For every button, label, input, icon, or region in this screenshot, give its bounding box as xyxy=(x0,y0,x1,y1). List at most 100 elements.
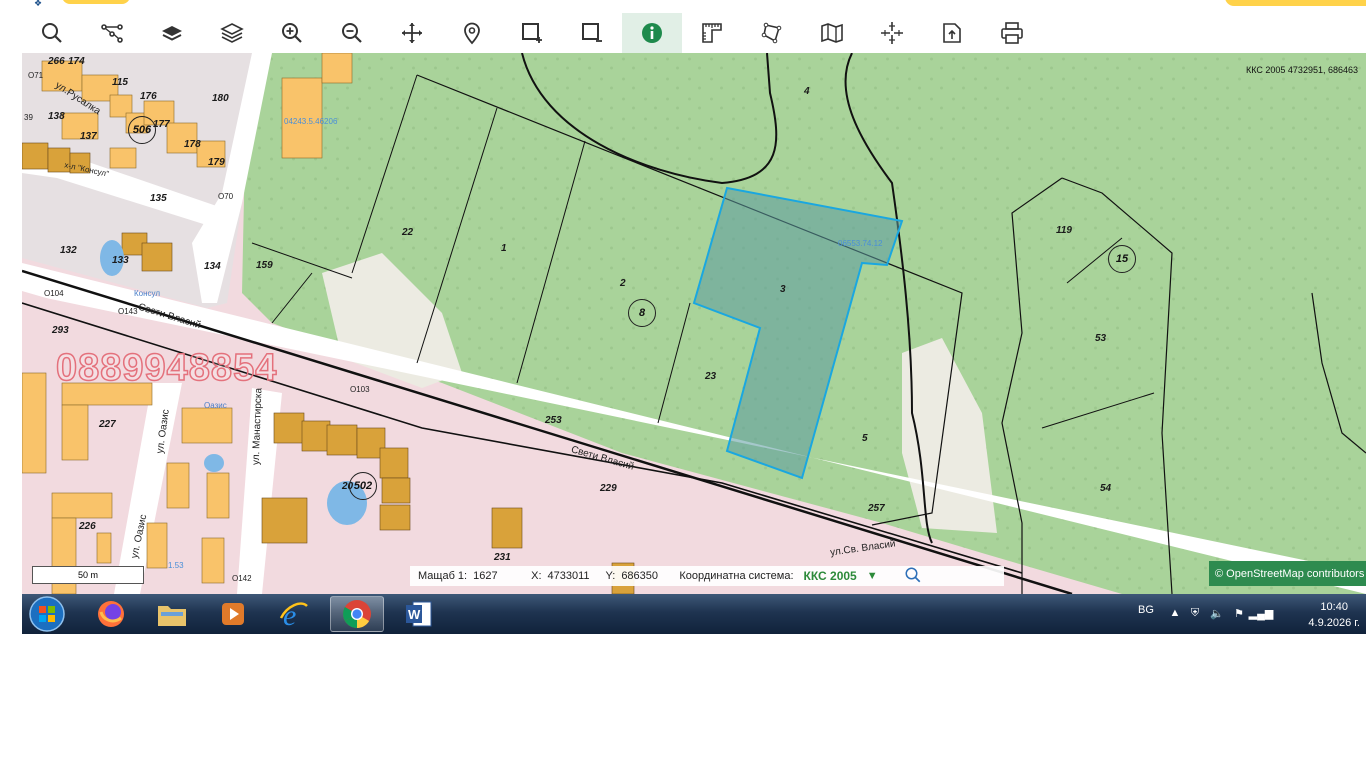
top-left-pill-button[interactable] xyxy=(62,0,130,4)
parcel-label: 178 xyxy=(184,139,201,150)
measure-distance-button[interactable] xyxy=(682,13,742,53)
parcel-label: 180 xyxy=(212,93,229,104)
export-icon xyxy=(943,23,961,43)
point-label: 39 xyxy=(24,113,33,122)
action-center-flag-icon[interactable]: ⚑ xyxy=(1232,606,1246,620)
parcel-label: 133 xyxy=(112,255,129,266)
print-button[interactable] xyxy=(982,13,1042,53)
show-hidden-icons-icon[interactable]: ▲ xyxy=(1168,606,1182,620)
polygon-icon xyxy=(761,22,782,44)
system-tray: BG ▲ ⛨ 🔈 ⚑ ▂▄▆ 10:40 4.9.2026 г. xyxy=(1126,594,1366,634)
taskbar-file-explorer[interactable] xyxy=(145,596,199,632)
block-number-circle: 502 xyxy=(349,472,377,500)
layers-icon xyxy=(220,23,244,43)
parcel-label: 4 xyxy=(804,86,810,97)
taskbar-internet-explorer[interactable]: e xyxy=(267,596,321,632)
route-tool-button[interactable] xyxy=(82,13,142,53)
parcel-label: 5 xyxy=(862,433,868,444)
place-marker-button[interactable] xyxy=(442,13,502,53)
clock-date: 4.9.2026 г. xyxy=(1308,617,1360,629)
taskbar-media-player[interactable] xyxy=(206,596,260,632)
search-icon xyxy=(905,567,920,582)
x-label: X: xyxy=(531,570,542,582)
zoom-out-icon xyxy=(342,23,362,43)
volume-icon[interactable]: 🔈 xyxy=(1210,606,1224,620)
point-label: Оазис xyxy=(204,401,227,410)
start-button[interactable] xyxy=(28,595,66,633)
scale-value[interactable]: 1627 xyxy=(473,570,523,582)
parcel-label: 266 xyxy=(48,56,65,67)
layers-tool-button[interactable] xyxy=(202,13,262,53)
cadastral-map[interactable]: 266 174 115 176 180 177 178 179 138 137 … xyxy=(22,53,1366,594)
map-pin-icon xyxy=(464,22,480,45)
language-indicator[interactable]: BG xyxy=(1138,604,1154,616)
parcel-label: 253 xyxy=(545,415,562,426)
scale-bar: 50 m xyxy=(32,566,144,584)
crs-select[interactable]: ККС 2005 xyxy=(804,569,857,583)
parcel-label: 227 xyxy=(99,419,116,430)
pan-button[interactable] xyxy=(382,13,442,53)
layer-tool-button[interactable] xyxy=(142,13,202,53)
network-icon[interactable]: ▂▄▆ xyxy=(1249,606,1274,620)
parcel-label: 115 xyxy=(112,77,128,88)
coordinate-search-button[interactable] xyxy=(904,566,922,587)
map-canvas xyxy=(22,53,1366,594)
zoom-out-button[interactable] xyxy=(322,13,382,53)
point-label: О103 xyxy=(350,385,370,394)
scale-label: Мащаб 1: xyxy=(418,570,468,582)
printer-icon xyxy=(1001,22,1023,44)
parcel-label: 159 xyxy=(256,260,273,271)
browser-top-strip: ❖ xyxy=(0,0,1366,13)
parcel-label: 293 xyxy=(52,325,69,336)
measure-area-button[interactable] xyxy=(742,13,802,53)
parcel-label: 134 xyxy=(204,261,221,272)
parcel-label: 22 xyxy=(402,227,414,238)
point-label: О104 xyxy=(44,289,64,298)
export-button[interactable] xyxy=(922,13,982,53)
taskbar-chrome[interactable] xyxy=(330,596,384,632)
parcel-label: 257 xyxy=(868,503,885,514)
clock-time: 10:40 xyxy=(1320,601,1348,613)
osm-attribution[interactable]: © OpenStreetMap contributors xyxy=(1209,561,1366,586)
zoom-in-icon xyxy=(282,23,302,43)
deselect-area-button[interactable] xyxy=(562,13,622,53)
phone-watermark: 0889948854 xyxy=(55,346,278,390)
parcel-label: 231 xyxy=(494,552,511,563)
map-view-button[interactable] xyxy=(802,13,862,53)
cadastral-id-label: 1.53 xyxy=(168,561,184,570)
parcel-label: 179 xyxy=(208,157,225,168)
search-tool-button[interactable] xyxy=(22,13,82,53)
layer-icon xyxy=(162,26,182,41)
parcel-label: 2 xyxy=(620,278,626,289)
coordinate-readout: ККС 2005 4732951, 686463 xyxy=(1246,65,1358,75)
windows-taskbar: e W BG ▲ ⛨ 🔈 ⚑ ▂▄▆ 10:40 4.9.2026 г. xyxy=(22,594,1366,634)
select-minus-icon xyxy=(582,23,602,42)
info-button[interactable] xyxy=(622,13,682,53)
top-right-pill-button[interactable] xyxy=(1225,0,1366,6)
point-label: О71 xyxy=(28,71,44,80)
security-icon[interactable]: ⛨ xyxy=(1188,606,1202,620)
svg-text:W: W xyxy=(408,607,421,622)
parcel-label: 3 xyxy=(780,284,786,295)
crs-label: Координатна система: xyxy=(679,570,794,582)
clock[interactable]: 10:40 4.9.2026 г. xyxy=(1308,599,1360,631)
map-toolbar xyxy=(22,13,1366,54)
taskbar-word[interactable]: W xyxy=(392,596,446,632)
word-icon: W xyxy=(406,601,432,627)
coordinates-button[interactable] xyxy=(862,13,922,53)
select-area-button[interactable] xyxy=(502,13,562,53)
parcel-label: 138 xyxy=(48,111,65,122)
search-icon xyxy=(42,23,62,43)
svg-text:e: e xyxy=(283,599,296,630)
parcel-label: 137 xyxy=(80,131,97,142)
chevron-down-icon[interactable]: ▼ xyxy=(867,570,878,582)
zoom-in-button[interactable] xyxy=(262,13,322,53)
status-bar: Мащаб 1: 1627 X: 4733011 Y: 686350 Коорд… xyxy=(410,566,1004,586)
parcel-label: 53 xyxy=(1095,333,1107,344)
parcel-label: 135 xyxy=(150,193,167,204)
media-player-icon xyxy=(222,603,244,625)
route-icon xyxy=(101,24,123,43)
taskbar-firefox[interactable] xyxy=(84,596,138,632)
parcel-label: 1 xyxy=(501,243,507,254)
select-plus-icon xyxy=(522,23,542,43)
